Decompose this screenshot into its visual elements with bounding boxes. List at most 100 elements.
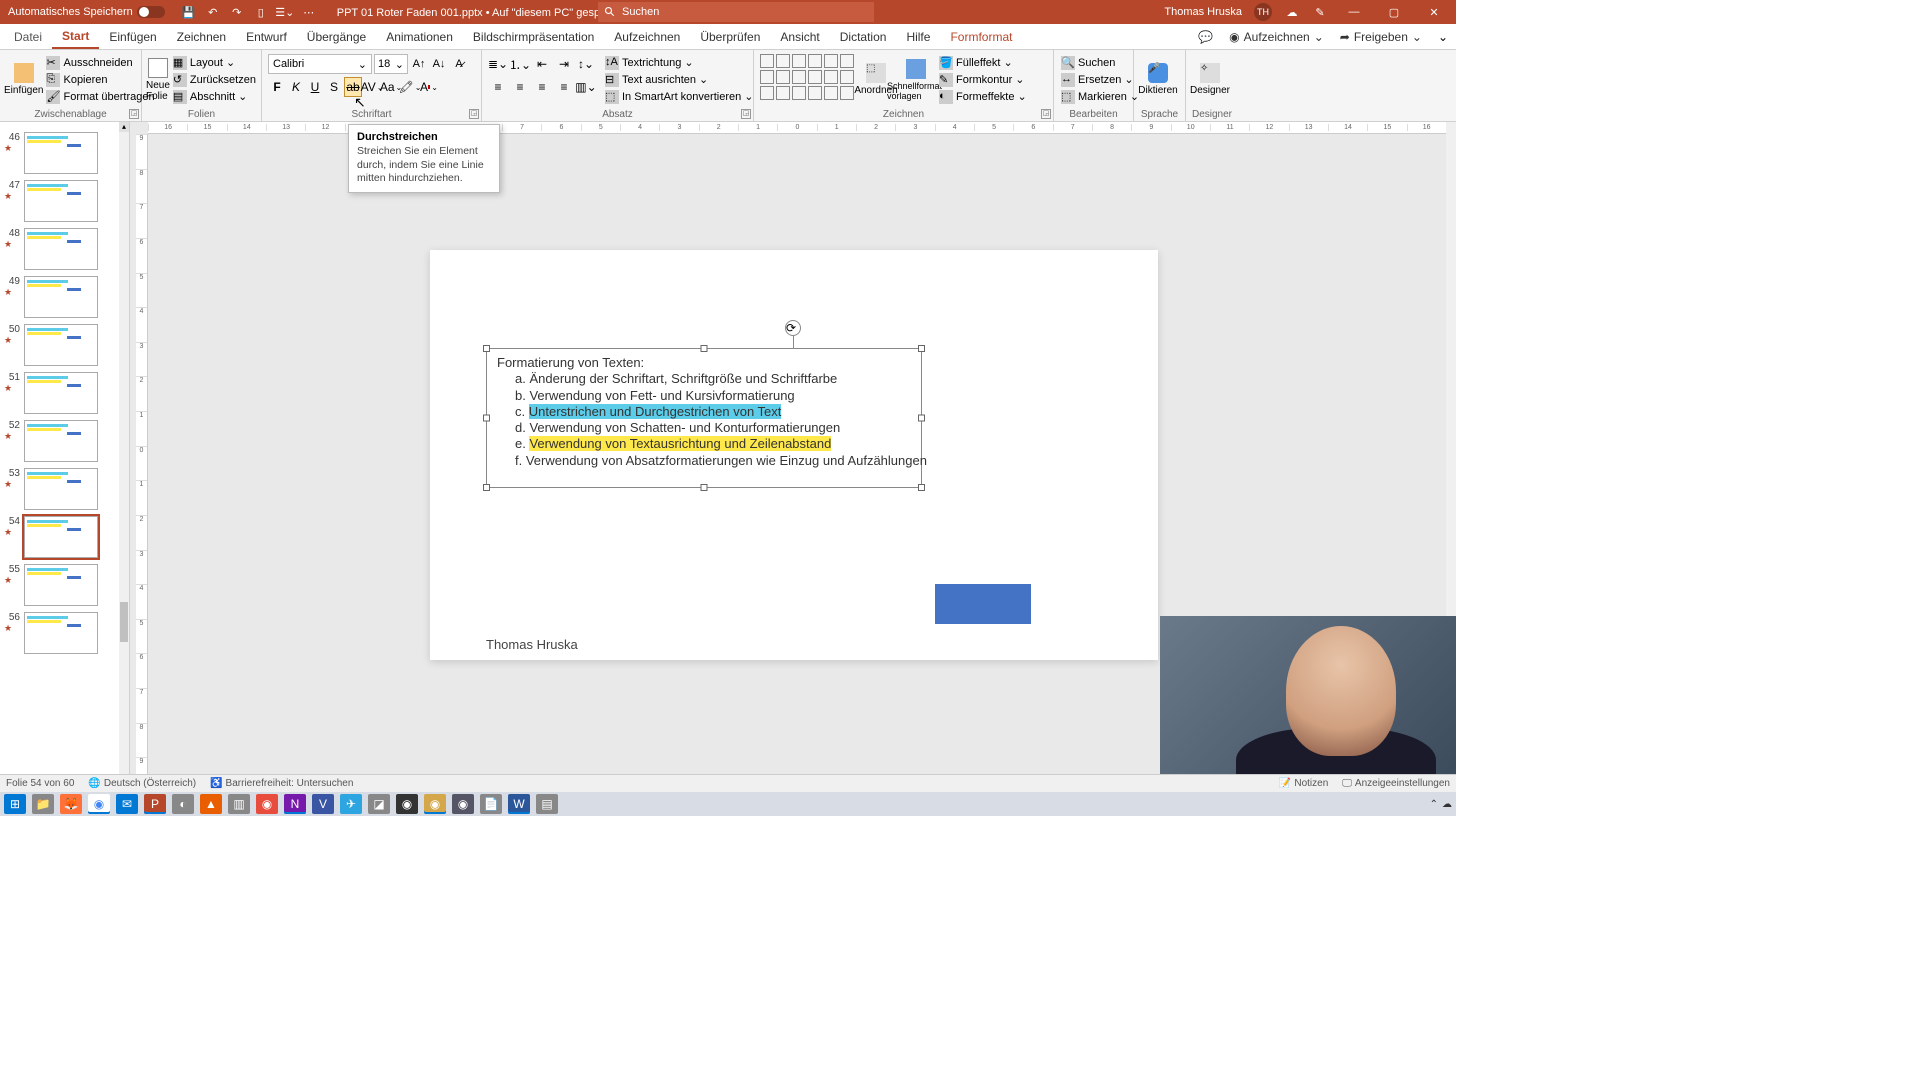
paste-button[interactable]: Einfügen (4, 52, 43, 107)
taskbar-app-icon[interactable]: ▥ (228, 794, 250, 814)
convert-smartart-button[interactable]: ⬚In SmartArt konvertieren⌄ (602, 89, 756, 105)
quick-styles-button[interactable]: Schnellformat-vorlagen (896, 52, 936, 107)
touch-mode-icon[interactable]: ☰⌄ (277, 4, 293, 20)
slide-thumbnail[interactable]: 54★ (0, 514, 129, 562)
minimize-button[interactable]: — (1340, 0, 1368, 24)
increase-font-button[interactable]: A↑ (410, 54, 428, 74)
drawing-launcher[interactable]: ◲ (1041, 109, 1051, 119)
taskbar-chrome-icon[interactable]: ◉ (88, 794, 110, 814)
share-button[interactable]: ➦Freigeben⌄ (1332, 24, 1430, 49)
tab-design[interactable]: Entwurf (236, 24, 297, 49)
slide-thumbnail[interactable]: 53★ (0, 466, 129, 514)
resize-handle-bm[interactable] (701, 484, 708, 491)
close-button[interactable]: ✕ (1420, 0, 1448, 24)
tab-review[interactable]: Überprüfen (690, 24, 770, 49)
copy-button[interactable]: ⎘Kopieren (43, 72, 157, 88)
shape-fill-button[interactable]: 🪣Fülleffekt⌄ (936, 55, 1030, 71)
taskbar-word-icon[interactable]: W (508, 794, 530, 814)
search-box[interactable]: Suchen (598, 2, 874, 22)
resize-handle-mr[interactable] (918, 415, 925, 422)
taskbar-app-icon[interactable]: 📄 (480, 794, 502, 814)
tab-draw[interactable]: Zeichnen (167, 24, 236, 49)
tab-animations[interactable]: Animationen (376, 24, 463, 49)
columns-button[interactable]: ▥⌄ (576, 77, 596, 97)
taskbar-powerpoint-icon[interactable]: P (144, 794, 166, 814)
tray-cloud-icon[interactable]: ☁ (1442, 799, 1452, 810)
slide-thumbnail[interactable]: 47★ (0, 178, 129, 226)
slide-thumbnail[interactable]: 50★ (0, 322, 129, 370)
start-button[interactable]: ⊞ (4, 794, 26, 814)
record-button[interactable]: ◉Aufzeichnen⌄ (1221, 24, 1332, 49)
slide-thumbnail[interactable]: 49★ (0, 274, 129, 322)
align-left-button[interactable]: ≡ (488, 77, 508, 97)
undo-icon[interactable]: ↶ (205, 4, 221, 20)
slide-thumbnail[interactable]: 55★ (0, 562, 129, 610)
slide-thumbnail[interactable]: 56★ (0, 610, 129, 658)
line-spacing-button[interactable]: ↕⌄ (576, 54, 596, 74)
notes-button[interactable]: 📝 Notizen (1279, 778, 1328, 789)
tab-dictation[interactable]: Dictation (830, 24, 897, 49)
shape-effects-button[interactable]: ◐Formeffekte⌄ (936, 89, 1030, 105)
slide-thumbnail[interactable]: 52★ (0, 418, 129, 466)
clear-formatting-button[interactable]: A̷ (450, 54, 468, 74)
tab-start[interactable]: Start (52, 24, 99, 49)
rotation-handle[interactable]: ⟳ (785, 320, 801, 336)
selected-textbox[interactable]: Formatierung von Texten: a. Änderung der… (486, 348, 922, 488)
tab-insert[interactable]: Einfügen (99, 24, 166, 49)
align-right-button[interactable]: ≡ (532, 77, 552, 97)
tray-chevron-icon[interactable]: ⌃ (1430, 799, 1438, 810)
slide-thumbnail[interactable]: 51★ (0, 370, 129, 418)
taskbar-explorer-icon[interactable]: 📁 (32, 794, 54, 814)
taskbar-firefox-icon[interactable]: 🦊 (60, 794, 82, 814)
clipboard-launcher[interactable]: ◲ (129, 109, 139, 119)
font-size-combo[interactable]: 18⌄ (374, 54, 408, 74)
taskbar-obs-icon[interactable]: ◉ (396, 794, 418, 814)
taskbar-app-icon[interactable]: ◉ (424, 794, 446, 814)
decrease-font-button[interactable]: A↓ (430, 54, 448, 74)
cloud-icon[interactable]: ☁ (1284, 4, 1300, 20)
taskbar-app-icon[interactable]: ◪ (368, 794, 390, 814)
resize-handle-tm[interactable] (701, 345, 708, 352)
replace-button[interactable]: ↔Ersetzen⌄ (1058, 72, 1142, 88)
tab-view[interactable]: Ansicht (770, 24, 829, 49)
section-button[interactable]: ▤Abschnitt⌄ (170, 89, 259, 105)
autosave-toggle[interactable]: Automatisches Speichern (0, 6, 173, 18)
blue-rectangle-shape[interactable] (935, 584, 1031, 624)
vertical-ruler[interactable]: 9876543210123456789 (136, 134, 148, 792)
user-name[interactable]: Thomas Hruska (1164, 6, 1242, 18)
taskbar-app-icon[interactable]: ◉ (256, 794, 278, 814)
reset-button[interactable]: ↺Zurücksetzen (170, 72, 259, 88)
slide-counter[interactable]: Folie 54 von 60 (6, 778, 74, 789)
display-settings-button[interactable]: 🖵 Anzeigeeinstellungen (1342, 778, 1450, 789)
resize-handle-ml[interactable] (483, 415, 490, 422)
format-painter-button[interactable]: 🖌Format übertragen (43, 89, 157, 105)
taskbar-app-icon[interactable]: ▤ (536, 794, 558, 814)
shapes-gallery[interactable] (758, 52, 856, 107)
numbering-button[interactable]: ⒈⌄ (510, 54, 530, 74)
toggle-switch[interactable] (137, 6, 165, 18)
italic-button[interactable]: K (287, 77, 305, 97)
tab-file[interactable]: Datei (4, 24, 52, 49)
resize-handle-br[interactable] (918, 484, 925, 491)
find-button[interactable]: 🔍Suchen (1058, 55, 1142, 71)
slide-thumbnail[interactable]: 48★ (0, 226, 129, 274)
language-indicator[interactable]: 🌐 Deutsch (Österreich) (88, 778, 196, 789)
qat-more-icon[interactable]: ⋯ (301, 4, 317, 20)
text-direction-button[interactable]: ↕ATextrichtung⌄ (602, 55, 756, 71)
font-launcher[interactable]: ◲ (469, 109, 479, 119)
designer-button[interactable]: ✧Designer (1190, 52, 1230, 107)
tab-transitions[interactable]: Übergänge (297, 24, 376, 49)
align-text-button[interactable]: ⊟Text ausrichten⌄ (602, 72, 756, 88)
align-center-button[interactable]: ≡ (510, 77, 530, 97)
taskbar-telegram-icon[interactable]: ✈ (340, 794, 362, 814)
taskbar-visio-icon[interactable]: V (312, 794, 334, 814)
new-slide-button[interactable]: Neue Folie (146, 52, 170, 107)
resize-handle-tr[interactable] (918, 345, 925, 352)
collapse-ribbon-icon[interactable]: ⌄ (1430, 24, 1456, 49)
thumbnail-scrollbar[interactable]: ▴ ▾ (119, 122, 129, 792)
slide-thumbnail[interactable]: 46★ (0, 130, 129, 178)
slideshow-icon[interactable]: ▯ (253, 4, 269, 20)
font-name-combo[interactable]: Calibri⌄ (268, 54, 372, 74)
bullets-button[interactable]: ≣⌄ (488, 54, 508, 74)
taskbar-outlook-icon[interactable]: ✉ (116, 794, 138, 814)
